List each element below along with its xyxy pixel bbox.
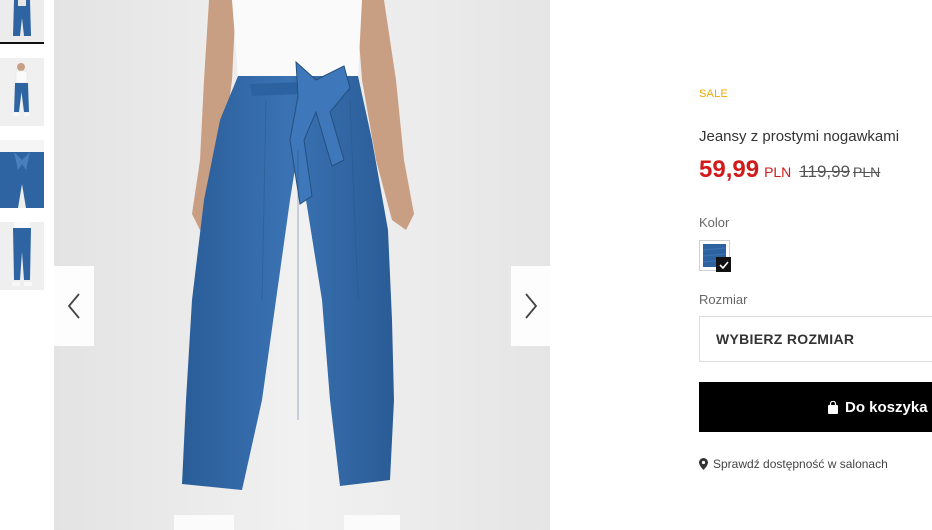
main-product-image bbox=[54, 0, 550, 530]
chevron-left-icon bbox=[67, 293, 80, 319]
sale-badge: SALE bbox=[699, 88, 728, 100]
previous-image-button[interactable] bbox=[54, 266, 94, 346]
shopping-bag-icon bbox=[827, 400, 839, 414]
old-price-currency: PLN bbox=[853, 164, 881, 180]
product-title: Jeansy z prostymi nogawkami bbox=[699, 128, 900, 145]
old-price: 119,99 bbox=[799, 162, 851, 181]
chevron-right-icon bbox=[525, 293, 538, 319]
size-select-placeholder: WYBIERZ ROZMIAR bbox=[716, 331, 855, 347]
thumbnail-full-body[interactable] bbox=[0, 58, 44, 126]
size-label: Rozmiar bbox=[699, 292, 748, 307]
store-availability-label: Sprawdź dostępność w salonach bbox=[713, 457, 888, 471]
map-pin-icon bbox=[699, 458, 708, 470]
thumbnail-back-view[interactable] bbox=[0, 222, 44, 290]
selected-check-icon bbox=[716, 257, 731, 272]
add-to-cart-button[interactable]: Do koszyka bbox=[699, 382, 932, 432]
store-availability-link[interactable]: Sprawdź dostępność w salonach bbox=[699, 457, 888, 471]
next-image-button[interactable] bbox=[511, 266, 551, 346]
product-info-panel: SALE Jeansy z prostymi nogawkami 59,99 PL… bbox=[699, 0, 932, 530]
current-price: 59,99 bbox=[699, 156, 760, 183]
price-row: 59,99 PLN 119,99 PLN bbox=[699, 156, 880, 184]
color-label: Kolor bbox=[699, 215, 730, 230]
thumbnail-front-top[interactable] bbox=[0, 0, 44, 44]
add-to-cart-label: Do koszyka bbox=[845, 398, 928, 416]
size-select[interactable]: WYBIERZ ROZMIAR bbox=[699, 316, 932, 362]
thumbnail-waist-detail[interactable] bbox=[0, 140, 44, 208]
current-price-currency: PLN bbox=[764, 164, 792, 180]
